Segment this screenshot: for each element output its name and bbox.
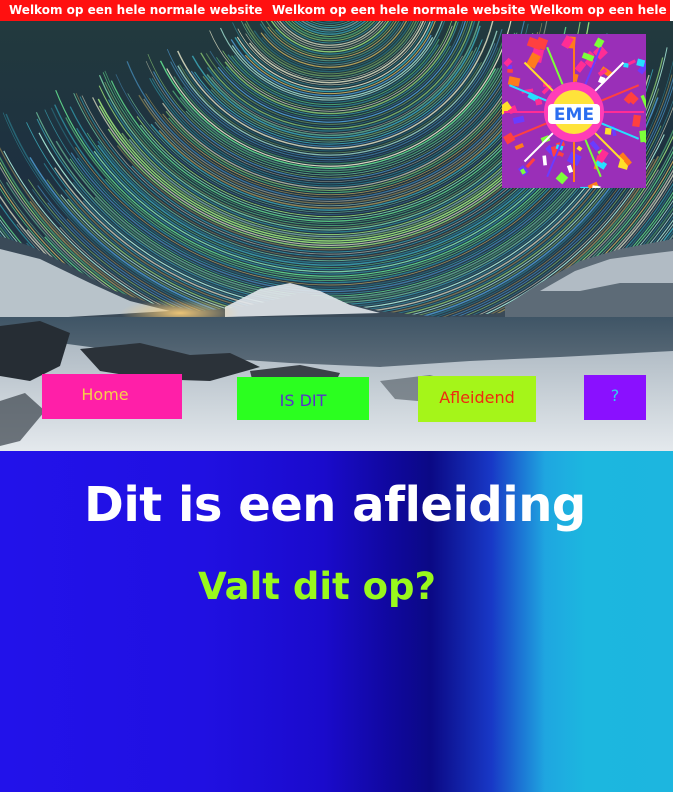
nav-home-button[interactable]: Home: [42, 374, 182, 419]
page-subheadline: Valt dit op?: [198, 565, 436, 608]
nav-is-dit-button[interactable]: IS DIT: [237, 377, 369, 420]
marquee-text: Welkom op een hele: [530, 3, 667, 17]
marquee-text: Welkom op een hele normale website: [9, 3, 263, 17]
page-headline: Dit is een afleiding: [84, 477, 586, 533]
page: Welkom op een hele normale website Welko…: [0, 0, 676, 792]
welcome-marquee: Welkom op een hele normale website Welko…: [0, 0, 670, 21]
sticker-text: EME: [554, 105, 594, 125]
marquee-text: Welkom op een hele normale website: [272, 3, 526, 17]
nav-question-button[interactable]: ?: [584, 375, 646, 420]
sticker-logo: EME: [502, 34, 646, 188]
sticker-image: EME: [502, 34, 646, 188]
nav-afleidend-button[interactable]: Afleidend: [418, 376, 536, 422]
